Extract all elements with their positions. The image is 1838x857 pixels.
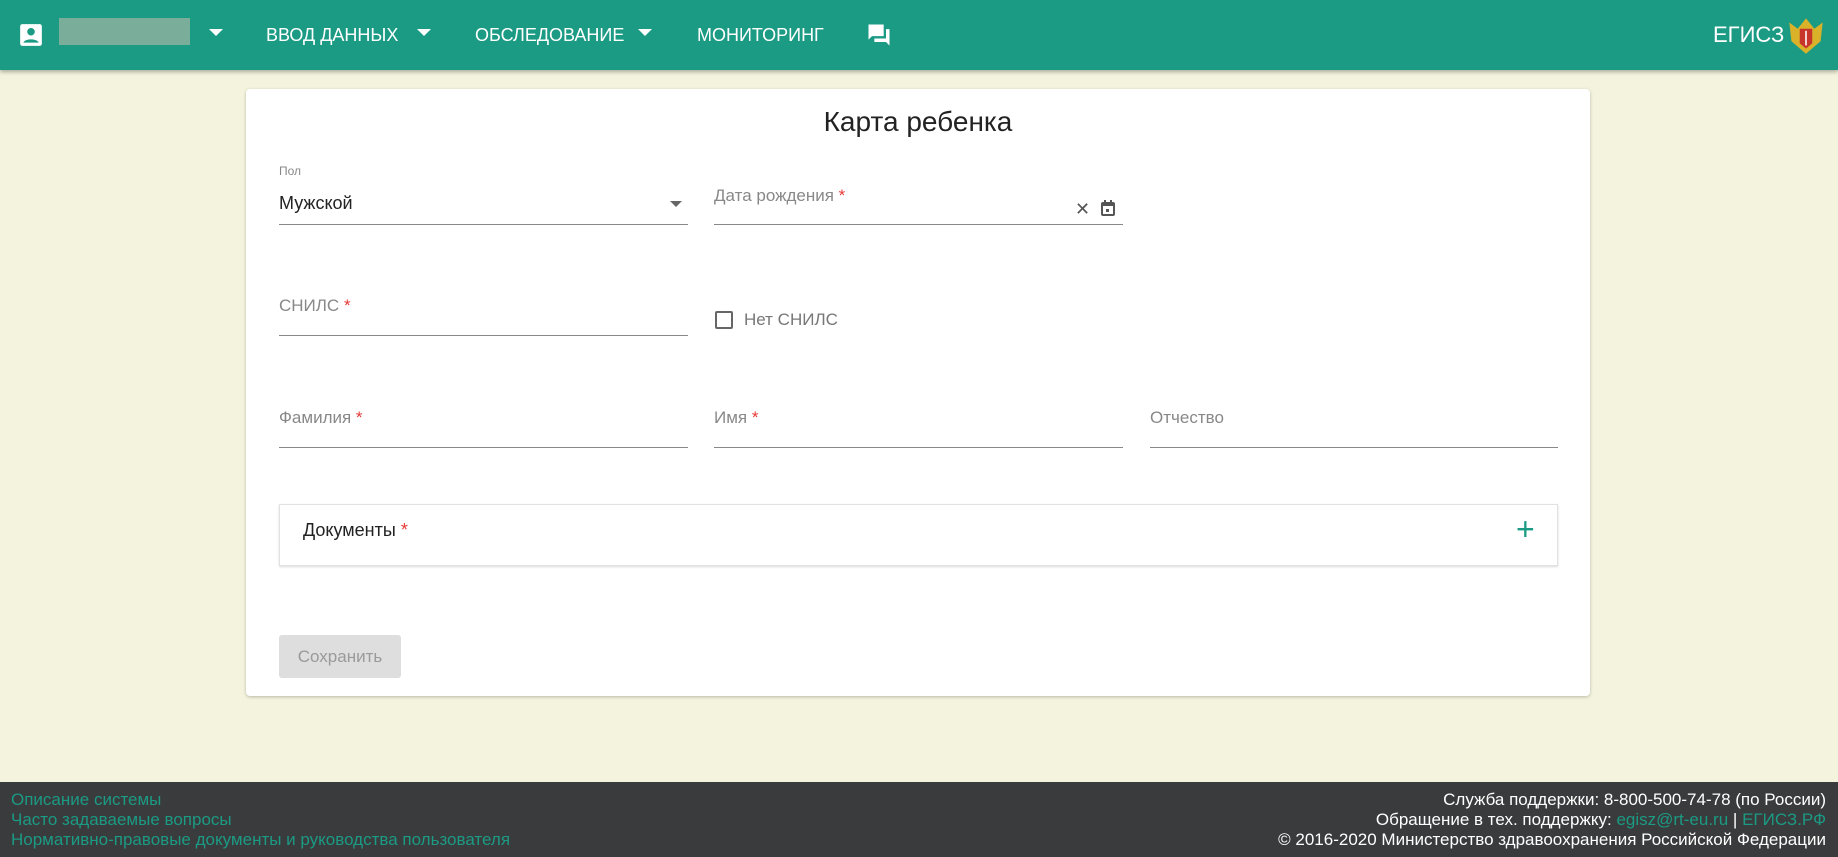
- ministry-emblem-icon: [1785, 0, 1827, 70]
- birth-date-underline: [714, 224, 1123, 225]
- nav-data-entry[interactable]: ВВОД ДАННЫХ: [266, 0, 398, 70]
- last-name-input[interactable]: [279, 419, 688, 447]
- documents-title: Документы *: [303, 520, 408, 541]
- separator: |: [1732, 810, 1738, 829]
- footer-link-faq[interactable]: Часто задаваемые вопросы: [11, 810, 232, 829]
- no-snils-checkbox[interactable]: Нет СНИЛС: [715, 310, 838, 330]
- save-button[interactable]: Сохранить: [279, 635, 401, 678]
- gender-label: Пол: [279, 164, 302, 178]
- footer-link-documents[interactable]: Нормативно-правовые документы и руководс…: [11, 830, 510, 849]
- nav-label: ОБСЛЕДОВАНИЕ: [475, 24, 625, 45]
- gender-select[interactable]: Мужской: [279, 193, 688, 223]
- support-phone: Служба поддержки: 8-800-500-74-78 (по Ро…: [1443, 790, 1826, 809]
- gender-underline: [279, 224, 688, 225]
- user-card-icon[interactable]: [18, 0, 44, 70]
- chat-icon[interactable]: [865, 0, 893, 70]
- appeal-text: Обращение в тех. поддержку:: [1375, 810, 1612, 829]
- snils-input[interactable]: [279, 307, 688, 335]
- support-appeal: Обращение в тех. поддержку: egisz@rt-eu.…: [1278, 810, 1826, 830]
- nav-monitoring[interactable]: МОНИТОРИНГ: [697, 0, 824, 70]
- support-email-link[interactable]: egisz@rt-eu.ru: [1616, 810, 1728, 829]
- brand-label: ЕГИСЗ: [1713, 22, 1785, 47]
- child-card-form: Карта ребенка Пол Мужской Дата рождения …: [246, 89, 1590, 696]
- user-menu-chevron-down-icon[interactable]: [209, 29, 223, 36]
- birth-date-input[interactable]: [714, 197, 1123, 225]
- footer-link-system-description[interactable]: Описание системы: [11, 790, 161, 809]
- chevron-down-icon[interactable]: [417, 29, 431, 36]
- user-name-redacted[interactable]: [59, 18, 190, 45]
- first-name-underline: [714, 447, 1123, 448]
- gender-value: Мужской: [279, 193, 353, 213]
- nav-label: ВВОД ДАННЫХ: [266, 24, 399, 45]
- label-text: Документы: [303, 520, 396, 540]
- page-title: Карта ребенка: [823, 106, 1013, 137]
- clear-icon[interactable]: ✕: [1075, 199, 1090, 220]
- middle-name-input[interactable]: [1150, 419, 1558, 447]
- add-document-plus-icon[interactable]: +: [1516, 511, 1535, 548]
- snils-underline: [279, 335, 688, 336]
- nav-examination[interactable]: ОБСЛЕДОВАНИЕ: [475, 0, 624, 70]
- copyright: © 2016-2020 Министерство здравоохранения…: [1278, 830, 1826, 849]
- site-link[interactable]: ЕГИСЗ.РФ: [1742, 810, 1826, 829]
- top-navbar: ВВОД ДАННЫХ ОБСЛЕДОВАНИЕ МОНИТОРИНГ ЕГИС…: [0, 0, 1838, 70]
- documents-panel: Документы * +: [279, 504, 1558, 566]
- last-name-underline: [279, 447, 688, 448]
- no-snils-label: Нет СНИЛС: [744, 310, 838, 329]
- first-name-input[interactable]: [714, 419, 1123, 447]
- calendar-icon[interactable]: [1101, 200, 1115, 221]
- nav-label: МОНИТОРИНГ: [697, 24, 824, 45]
- footer: Описание системы Часто задаваемые вопрос…: [0, 782, 1838, 857]
- chevron-down-icon: [670, 201, 682, 207]
- checkbox-box[interactable]: [715, 311, 733, 329]
- chevron-down-icon[interactable]: [638, 29, 652, 36]
- required-mark: *: [400, 520, 408, 540]
- middle-name-underline: [1150, 447, 1558, 448]
- brand-title: ЕГИСЗ: [1713, 0, 1784, 70]
